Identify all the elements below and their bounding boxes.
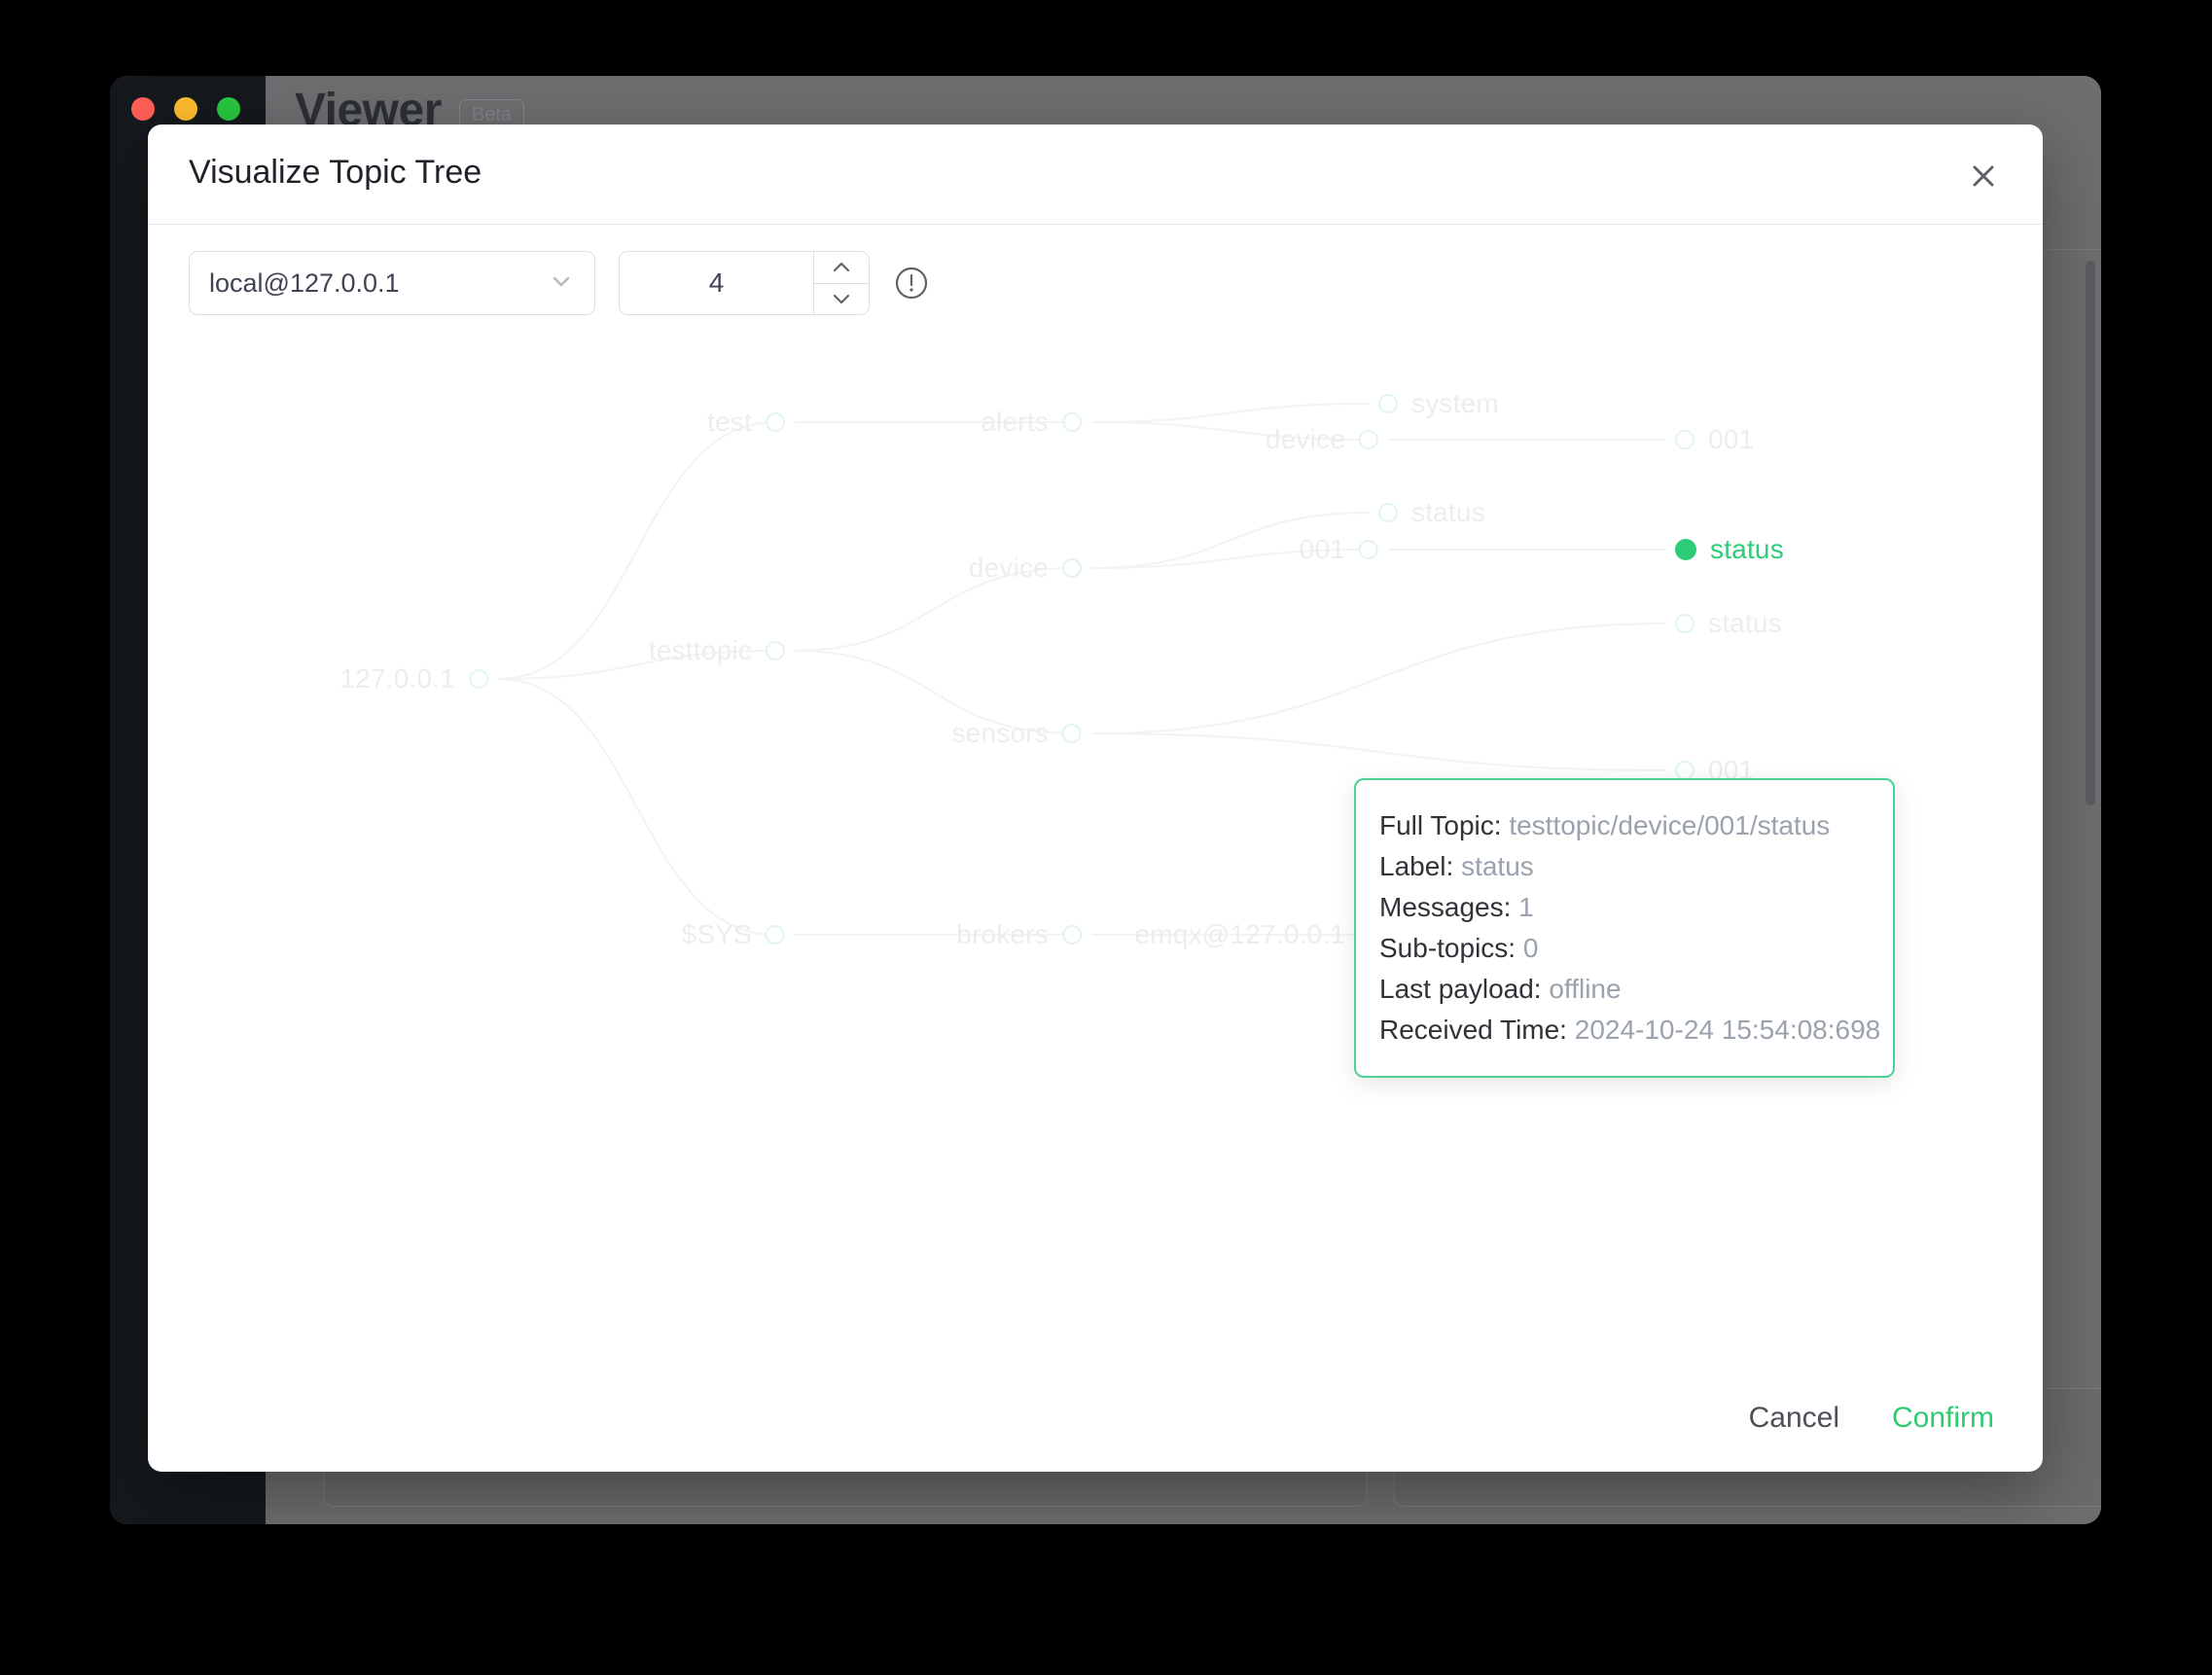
visualize-topic-tree-modal: Visualize Topic Tree local@127.0.0.1 4 1… xyxy=(148,125,2043,1472)
tree-node-label: 127.0.0.1 xyxy=(339,663,455,694)
tree-node-marker-icon xyxy=(766,412,785,432)
depth-input[interactable]: 4 xyxy=(620,252,814,314)
screen: Viewer Beta Visualize Topic Tree local@1… xyxy=(0,0,2212,1675)
app-scrollbar[interactable] xyxy=(2086,261,2095,805)
tooltip-row-value: 0 xyxy=(1516,933,1539,963)
tree-node-label: testtopic xyxy=(648,635,752,665)
tooltip-row-label: Sub-topics: xyxy=(1379,933,1516,963)
tree-node-label: device xyxy=(1265,424,1345,454)
tree-node-system[interactable]: system xyxy=(1378,388,1499,419)
depth-stepper[interactable]: 4 xyxy=(619,251,870,315)
cancel-button[interactable]: Cancel xyxy=(1745,1396,1843,1441)
tooltip-row-value: 2024-10-24 15:54:08:698 xyxy=(1566,1015,1881,1045)
connection-select-value: local@127.0.0.1 xyxy=(209,267,400,298)
tree-node-marker-icon xyxy=(1675,614,1695,633)
tooltip-row: Messages: 1 xyxy=(1379,887,1868,928)
chevron-up-icon[interactable] xyxy=(814,252,869,284)
tree-node-label: emqx@127.0.0.1 xyxy=(1134,919,1345,949)
tree-node-label: brokers xyxy=(956,919,1049,949)
modal-footer: Cancel Confirm xyxy=(1745,1396,1998,1441)
tooltip-row-value: testtopic/device/001/status xyxy=(1501,810,1831,840)
connection-select[interactable]: local@127.0.0.1 xyxy=(189,251,595,315)
window-traffic-lights[interactable] xyxy=(131,97,240,121)
close-icon[interactable] xyxy=(1961,154,2006,198)
tree-node-label: 001 xyxy=(1708,424,1755,454)
tree-node-marker-icon xyxy=(1359,430,1378,449)
tree-node-root[interactable]: 127.0.0.1 xyxy=(339,663,488,695)
tooltip-row-value: offline xyxy=(1541,974,1622,1004)
tree-node-device-a[interactable]: device xyxy=(1266,424,1378,455)
tree-node-marker-icon xyxy=(1062,925,1082,944)
tooltip-rows: Full Topic: testtopic/device/001/status L… xyxy=(1379,805,1880,1051)
minimize-window-button[interactable] xyxy=(174,97,197,121)
tooltip-row: Sub-topics: 0 xyxy=(1379,928,1868,969)
tooltip-row-label: Full Topic: xyxy=(1379,810,1502,840)
confirm-button[interactable]: Confirm xyxy=(1888,1396,1998,1441)
tree-node-marker-icon xyxy=(1675,761,1695,780)
tree-node-marker-icon xyxy=(1378,503,1398,522)
tree-node-status-b[interactable]: status xyxy=(1675,608,1782,639)
tooltip-row: Label: status xyxy=(1379,846,1868,887)
modal-title: Visualize Topic Tree xyxy=(189,154,482,191)
tooltip-row-label: Label: xyxy=(1379,851,1454,881)
tree-link xyxy=(1090,403,1370,423)
tree-node-label: test xyxy=(707,407,752,437)
tree-node-marker-icon xyxy=(1675,430,1695,449)
tree-link xyxy=(1090,623,1666,734)
tree-node-marker-icon xyxy=(1062,558,1082,578)
tree-node-sensors[interactable]: sensors xyxy=(952,718,1082,749)
tree-node-test[interactable]: test xyxy=(707,407,785,438)
tree-node-label: alerts xyxy=(981,407,1049,437)
tree-node-marker-icon xyxy=(1675,539,1696,560)
tooltip-row: Last payload: offline xyxy=(1379,969,1868,1010)
maximize-window-button[interactable] xyxy=(217,97,240,121)
tree-node-status-act[interactable]: status xyxy=(1675,534,1784,565)
tree-node-marker-icon xyxy=(1062,724,1082,743)
tooltip-row: Received Time: 2024-10-24 15:54:08:698 xyxy=(1379,1010,1880,1051)
tree-node-label: status xyxy=(1411,497,1485,527)
tree-node-label: device xyxy=(968,552,1049,583)
tree-node-a001[interactable]: 001 xyxy=(1675,424,1754,455)
tooltip-row: Full Topic: testtopic/device/001/status xyxy=(1379,805,1868,846)
chevron-down-icon[interactable] xyxy=(814,284,869,315)
tree-node-testtopic[interactable]: testtopic xyxy=(649,635,785,666)
tree-node-marker-icon xyxy=(1378,394,1398,413)
modal-header: Visualize Topic Tree xyxy=(148,125,2043,225)
info-circle-icon[interactable] xyxy=(893,265,930,302)
tree-link xyxy=(497,678,776,936)
modal-toolbar: local@127.0.0.1 4 xyxy=(189,251,930,315)
tree-node-sys[interactable]: $SYS xyxy=(682,919,785,950)
tree-node-device-mid[interactable]: device xyxy=(969,552,1082,584)
tree-node-label: status xyxy=(1708,608,1782,638)
tree-node-emqx[interactable]: emqx@127.0.0.1 xyxy=(1135,919,1378,950)
tooltip-row-label: Received Time: xyxy=(1379,1015,1567,1045)
tooltip-row-label: Messages: xyxy=(1379,892,1512,922)
close-window-button[interactable] xyxy=(131,97,155,121)
node-detail-tooltip: Full Topic: testtopic/device/001/status L… xyxy=(1354,778,1895,1078)
tree-node-label: 001 xyxy=(1299,534,1345,564)
tree-node-dev001[interactable]: 001 xyxy=(1300,534,1378,565)
tree-node-label: sensors xyxy=(951,718,1049,748)
tree-node-brokers[interactable]: brokers xyxy=(956,919,1082,950)
tree-node-marker-icon xyxy=(1062,412,1082,432)
tree-link xyxy=(1090,732,1666,771)
depth-stepper-controls xyxy=(814,252,869,314)
tree-node-marker-icon xyxy=(469,669,488,689)
tooltip-row-value: 1 xyxy=(1511,892,1534,922)
chevron-down-icon xyxy=(548,267,575,300)
tooltip-row-label: Last payload: xyxy=(1379,974,1542,1004)
tree-node-label: $SYS xyxy=(681,919,752,949)
tree-node-label: system xyxy=(1411,388,1499,418)
tree-node-marker-icon xyxy=(1359,540,1378,559)
tree-node-status-a[interactable]: status xyxy=(1378,497,1485,528)
tooltip-row-value: status xyxy=(1453,851,1534,881)
tree-node-marker-icon xyxy=(766,925,785,944)
tree-node-marker-icon xyxy=(766,641,785,660)
tree-node-label: status xyxy=(1710,534,1784,564)
tree-node-alerts[interactable]: alerts xyxy=(981,407,1082,438)
